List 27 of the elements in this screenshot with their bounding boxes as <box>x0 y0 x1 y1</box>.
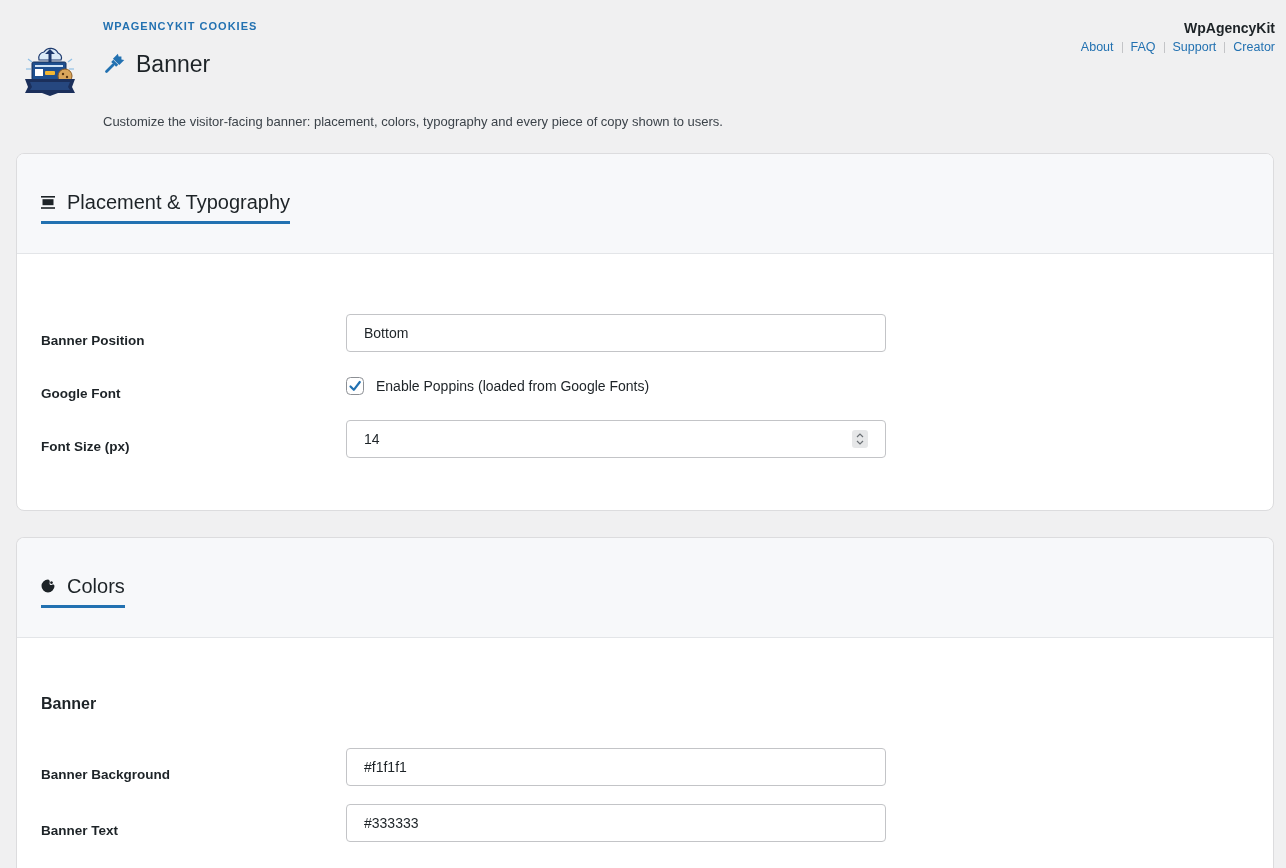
page-title: Banner <box>136 50 211 78</box>
paintbrush-icon <box>103 53 125 75</box>
number-field[interactable]: 14 <box>346 420 886 458</box>
checkbox-label[interactable]: Enable Poppins (loaded from Google Fonts) <box>376 376 650 396</box>
section-title: Colors <box>67 574 125 599</box>
field-label: Font Size (px) <box>41 438 131 456</box>
field-label: Banner Text <box>41 822 120 840</box>
checkbox[interactable] <box>346 377 364 395</box>
header-link[interactable]: Creator <box>1233 39 1275 55</box>
cloud-laptop-logo <box>22 45 78 97</box>
spinner-icon[interactable] <box>852 430 868 448</box>
input-field[interactable]: #333333 <box>346 804 886 842</box>
brand-name: WpAgencyKit <box>1183 19 1275 37</box>
field-label: Banner Position <box>41 332 146 350</box>
group-heading: Banner <box>41 694 98 714</box>
banner-layout-icon <box>41 195 55 209</box>
header-link[interactable]: Support <box>1172 39 1217 55</box>
eyebrow-text: WPAGENCYKIT COOKIES <box>103 19 259 33</box>
header-link[interactable]: About <box>1080 39 1114 55</box>
palette-icon <box>41 579 55 593</box>
page-description: Customize the visitor-facing banner: placement, colors, typography and every piece of copy shown to users. <box>103 113 723 131</box>
section-title: Placement & Typography <box>67 190 291 215</box>
input-field[interactable]: #f1f1f1 <box>346 748 886 786</box>
select-field[interactable]: Bottom <box>346 314 886 352</box>
field-label: Google Font <box>41 385 122 403</box>
header-link[interactable]: FAQ <box>1130 39 1156 55</box>
field-label: Banner Background <box>41 766 172 784</box>
